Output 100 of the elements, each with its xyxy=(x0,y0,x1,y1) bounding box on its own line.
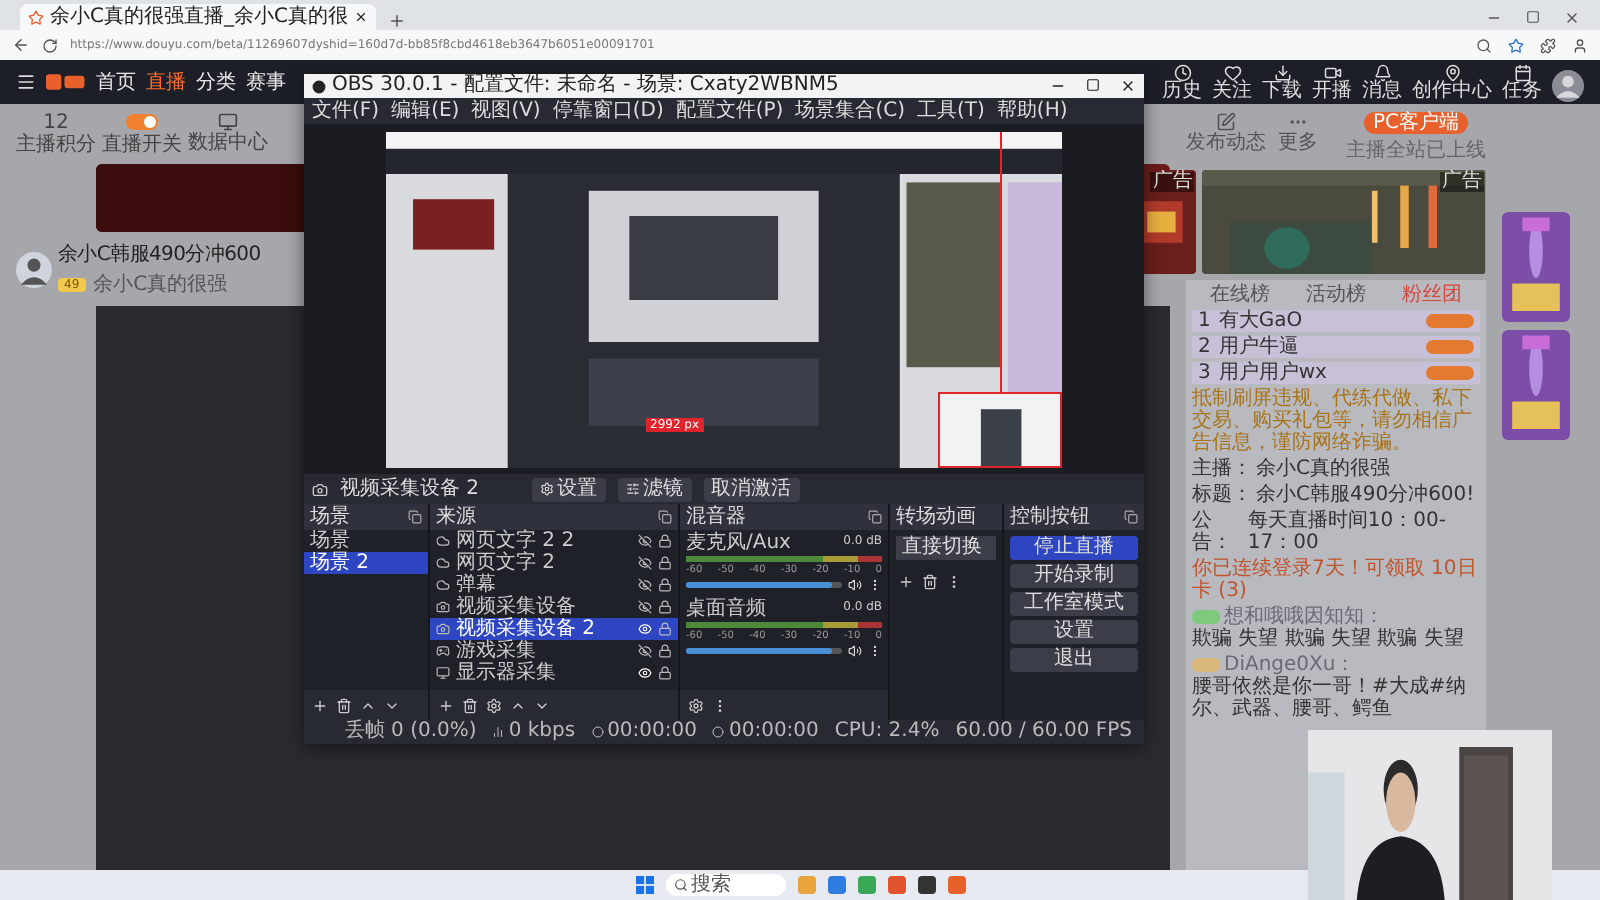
stat[interactable]: 直播开关 xyxy=(102,112,182,156)
source-item[interactable]: 弹幕 xyxy=(430,574,678,596)
stat[interactable]: 12 主播积分 xyxy=(16,112,96,156)
clock-icon xyxy=(1173,63,1191,81)
eye-off-icon[interactable] xyxy=(638,556,652,570)
maximize-icon[interactable] xyxy=(1086,78,1100,92)
menu-item[interactable]: 停靠窗口(D) xyxy=(552,101,664,121)
speaker-icon[interactable] xyxy=(848,644,862,658)
taskbar-search[interactable]: 搜索 xyxy=(665,874,785,896)
menu-icon[interactable] xyxy=(16,72,36,92)
browser-tab[interactable]: 余小C真的很强直播_余小C真的很 xyxy=(20,4,376,30)
lock-icon[interactable] xyxy=(658,578,672,592)
more-icon[interactable] xyxy=(868,644,882,658)
lock-icon[interactable] xyxy=(658,534,672,548)
lock-icon[interactable] xyxy=(658,600,672,614)
source-item[interactable]: 网页文字 2 xyxy=(430,552,678,574)
delete-icon[interactable] xyxy=(462,697,478,713)
favorite-icon[interactable] xyxy=(1508,37,1524,53)
add-icon[interactable] xyxy=(312,697,328,713)
system-message: 你已连续登录7天！可领取 10日卡 (3) xyxy=(1192,558,1479,602)
delete-icon[interactable] xyxy=(336,697,352,713)
nav-tool[interactable]: 开播 xyxy=(1312,63,1352,101)
float-icon[interactable] xyxy=(658,510,672,524)
lock-icon[interactable] xyxy=(658,666,672,680)
menu-item[interactable]: 编辑(E) xyxy=(391,101,460,121)
sliders-icon xyxy=(625,482,640,496)
camera-icon xyxy=(312,481,328,497)
nav-link[interactable]: 首页 xyxy=(96,68,136,96)
toolbar-button[interactable]: 设置 xyxy=(531,477,606,501)
control-button[interactable]: 工作室模式 xyxy=(1010,592,1138,616)
transition-select[interactable]: 直接切换 xyxy=(896,536,996,560)
eye-off-icon[interactable] xyxy=(638,644,652,658)
lock-icon[interactable] xyxy=(658,644,672,658)
stat[interactable]: 数据中心 xyxy=(188,112,268,156)
add-icon[interactable] xyxy=(438,697,454,713)
chat-tab[interactable]: 活动榜 xyxy=(1306,284,1366,306)
nav-tool[interactable]: 历史 xyxy=(1162,63,1202,101)
zoom-icon[interactable] xyxy=(1476,37,1492,53)
source-item[interactable]: 显示器采集 xyxy=(430,662,678,684)
new-tab-icon[interactable] xyxy=(387,12,406,30)
nav-tool[interactable]: 下载 xyxy=(1262,63,1302,101)
control-button[interactable]: 开始录制 xyxy=(1010,564,1138,588)
control-button[interactable]: 设置 xyxy=(1010,620,1138,644)
control-button[interactable]: 退出 xyxy=(1010,648,1138,672)
add-icon[interactable] xyxy=(898,573,914,589)
menu-item[interactable]: 文件(F) xyxy=(312,101,380,121)
toolbar-button[interactable]: 滤镜 xyxy=(617,477,692,501)
float-icon[interactable] xyxy=(408,510,422,524)
nav-tool[interactable]: 创作中心 xyxy=(1412,63,1492,101)
close-icon[interactable] xyxy=(353,10,368,24)
nav-tool[interactable]: 消息 xyxy=(1362,63,1402,101)
eye-icon[interactable] xyxy=(638,666,652,680)
close-icon[interactable] xyxy=(1120,78,1136,94)
lock-icon[interactable] xyxy=(658,556,672,570)
camera-icon xyxy=(436,600,450,614)
nav-tool[interactable]: 任务 xyxy=(1502,63,1542,101)
toggle-switch[interactable] xyxy=(126,114,158,130)
nav-link[interactable]: 分类 xyxy=(196,68,236,96)
extensions-icon[interactable] xyxy=(1540,37,1556,53)
menu-item[interactable]: 配置文件(P) xyxy=(675,101,784,121)
toolbar-button[interactable]: 取消激活 xyxy=(703,477,800,501)
back-icon[interactable] xyxy=(12,36,30,54)
source-item[interactable]: 游戏采集 xyxy=(430,640,678,662)
control-button[interactable]: 停止直播 xyxy=(1010,536,1138,560)
reload-icon[interactable] xyxy=(42,37,58,53)
settings-icon[interactable] xyxy=(486,697,502,713)
menu-item[interactable]: 视图(V) xyxy=(471,101,541,121)
scene-item[interactable]: 场景 2 xyxy=(304,552,428,574)
source-item[interactable]: 视频采集设备 2 xyxy=(430,618,678,640)
profile-icon[interactable] xyxy=(1572,37,1588,53)
nav-tool[interactable]: 关注 xyxy=(1212,63,1252,101)
maximize-icon[interactable] xyxy=(1526,10,1540,24)
heart-icon xyxy=(1223,63,1241,81)
source-item[interactable]: 视频采集设备 xyxy=(430,596,678,618)
delete-icon[interactable] xyxy=(922,573,938,589)
settings-icon[interactable] xyxy=(688,697,704,713)
eye-off-icon[interactable] xyxy=(638,534,652,548)
avatar-icon[interactable] xyxy=(1552,69,1584,101)
scene-item[interactable]: 场景 xyxy=(304,530,428,552)
nav-link[interactable]: 直播 xyxy=(146,68,186,96)
dot-icon xyxy=(712,726,725,738)
menu-item[interactable]: 工具(T) xyxy=(917,101,985,121)
menu-item[interactable]: 场景集合(C) xyxy=(795,101,905,121)
volume-slider[interactable] xyxy=(686,582,842,588)
eye-off-icon[interactable] xyxy=(638,600,652,614)
float-icon[interactable] xyxy=(1124,510,1138,524)
more-icon[interactable] xyxy=(868,578,882,592)
eye-icon[interactable] xyxy=(638,622,652,636)
eye-off-icon[interactable] xyxy=(638,578,652,592)
streamer-name: 余小C真的很强 xyxy=(93,271,228,298)
chat-tab[interactable]: 在线榜 xyxy=(1210,284,1270,306)
lock-icon[interactable] xyxy=(658,622,672,636)
camera-icon xyxy=(436,622,450,636)
windows-icon[interactable] xyxy=(635,876,653,894)
source-item[interactable]: 网页文字 2 2 xyxy=(430,530,678,552)
float-icon[interactable] xyxy=(868,510,882,524)
menu-item[interactable]: 帮助(H) xyxy=(996,101,1068,121)
speaker-icon[interactable] xyxy=(848,578,862,592)
nav-link[interactable]: 赛事 xyxy=(246,68,286,96)
volume-slider[interactable] xyxy=(686,648,842,654)
